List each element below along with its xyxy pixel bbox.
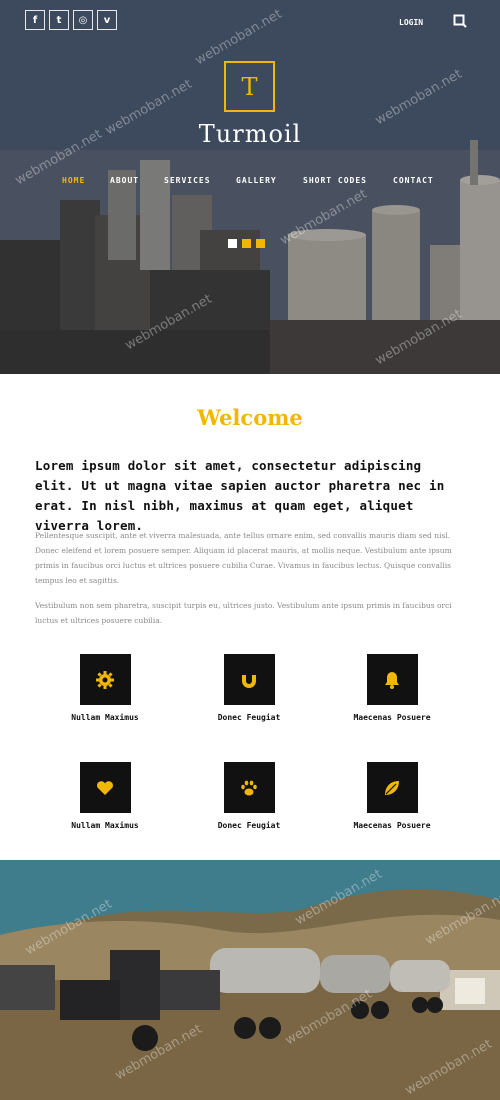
slider-dot[interactable] (256, 239, 265, 248)
feature-icon-box (366, 762, 418, 813)
leaf-icon (385, 780, 399, 795)
slider-dot[interactable] (242, 239, 251, 248)
paw-icon (241, 780, 257, 795)
trucks-banner (0, 860, 500, 1100)
tanker-truck-image (0, 860, 500, 1100)
nav-services[interactable]: SERVICES (164, 176, 211, 185)
nav-gallery[interactable]: GALLERY (236, 176, 277, 185)
logo-letter: T (241, 72, 258, 101)
feature-icon-box (366, 654, 418, 705)
nav-about[interactable]: ABOUT (110, 176, 139, 185)
welcome-lead: Lorem ipsum dolor sit amet, consectetur … (35, 458, 445, 533)
feature-label: Nullam Maximus (71, 821, 139, 830)
feature-label: Nullam Maximus (71, 713, 139, 722)
slider-dot[interactable] (228, 239, 237, 248)
bell-icon (385, 671, 399, 689)
welcome-paragraph-1: Pellentesque suscipit, ante et viverra m… (35, 531, 452, 585)
facebook-icon[interactable]: f (25, 10, 45, 30)
feature-icon-box (223, 762, 275, 813)
feature-item[interactable]: Nullam Maximus (25, 654, 185, 722)
gear-icon (96, 670, 114, 689)
feature-icon-box (223, 654, 275, 705)
brand-name[interactable]: Turmoil (0, 120, 500, 148)
logo[interactable]: T (224, 61, 275, 112)
feature-label: Donec Feugiat (217, 713, 281, 722)
feature-item[interactable]: Maecenas Posuere (312, 762, 472, 830)
feature-label: Maecenas Posuere (353, 713, 431, 722)
feature-item[interactable]: Nullam Maximus (25, 762, 185, 830)
twitter-icon[interactable]: t (49, 10, 69, 30)
nav-home[interactable]: HOME (62, 176, 85, 185)
feature-icon-box (79, 654, 131, 705)
feature-icon-box (79, 762, 131, 813)
nav-short-codes[interactable]: SHORT CODES (303, 176, 367, 185)
feature-label: Maecenas Posuere (353, 821, 431, 830)
feature-label: Donec Feugiat (217, 821, 281, 830)
feature-item[interactable]: Maecenas Posuere (312, 654, 472, 722)
search-icon[interactable] (453, 14, 467, 28)
feature-item[interactable]: Donec Feugiat (169, 654, 329, 722)
dribbble-icon[interactable]: ◎ (73, 10, 93, 30)
login-link[interactable]: LOGIN (399, 18, 423, 27)
heart-icon (97, 780, 113, 795)
nav-contact[interactable]: CONTACT (393, 176, 434, 185)
welcome-paragraph-2: Vestibulum non sem pharetra, suscipit tu… (35, 601, 452, 625)
hero-banner: f t ◎ v LOGIN T Turmoil HOME ABOUT SERVI… (0, 0, 500, 374)
feature-item[interactable]: Donec Feugiat (169, 762, 329, 830)
vimeo-icon[interactable]: v (97, 10, 117, 30)
social-links: f t ◎ v (25, 10, 117, 30)
slider-dots (228, 239, 265, 248)
welcome-title: Welcome (197, 405, 303, 430)
magnet-icon (242, 672, 256, 688)
